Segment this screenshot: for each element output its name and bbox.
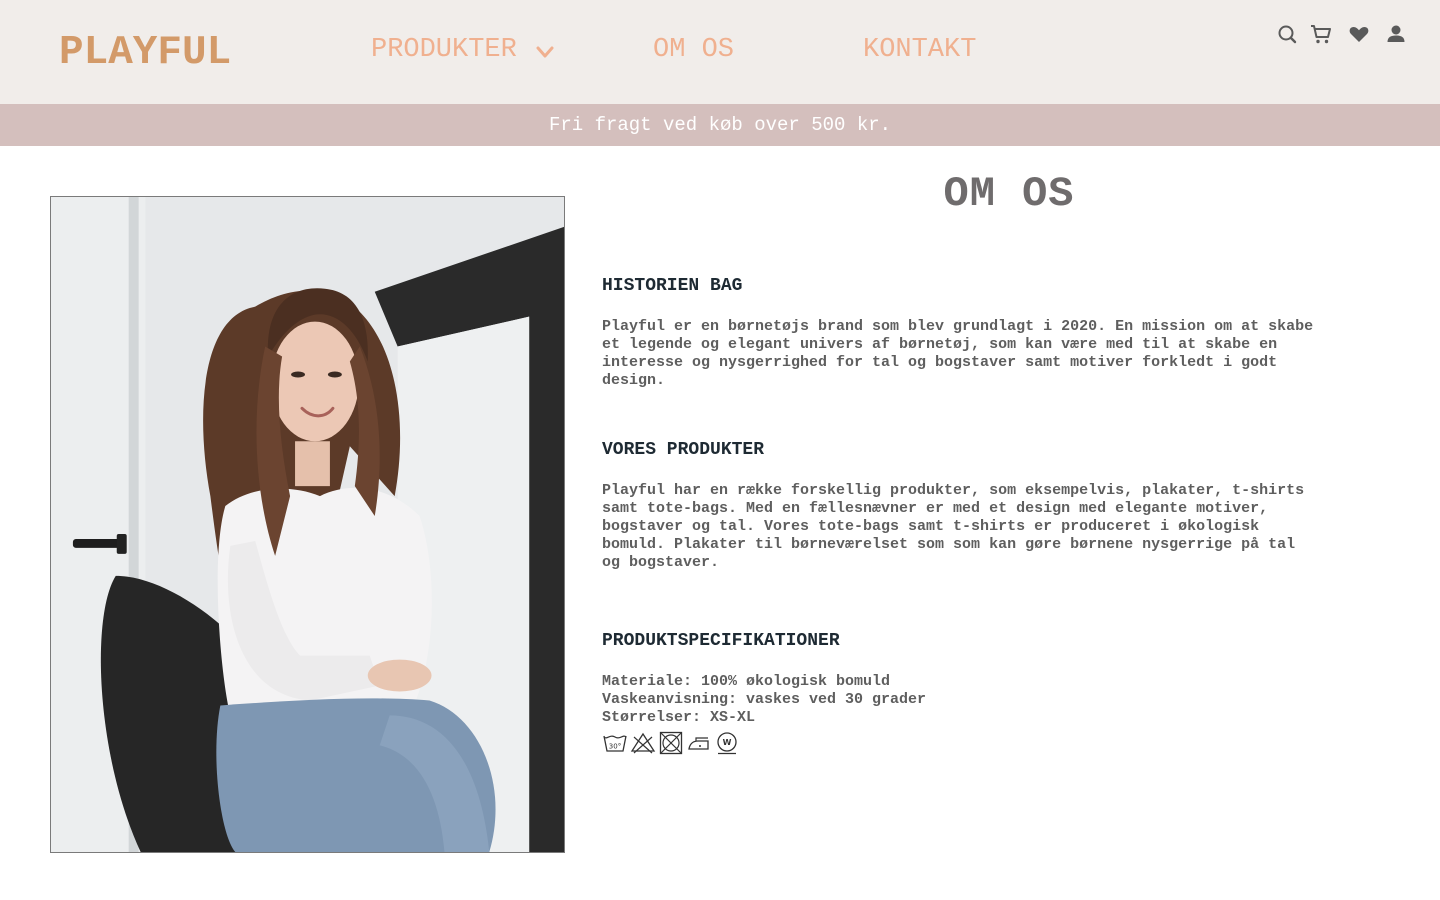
logo[interactable]: PLAYFUL: [59, 30, 231, 76]
user-icon[interactable]: [1384, 22, 1408, 46]
wet-clean-label: W: [723, 738, 732, 747]
section-title-produkter: VORES PRODUKTER: [602, 440, 765, 460]
care-symbols: 30° W: [602, 731, 740, 755]
search-icon[interactable]: [1275, 22, 1299, 46]
nav-kontakt[interactable]: KONTAKT: [863, 35, 976, 65]
chevron-down-icon[interactable]: [536, 45, 554, 59]
section-text-historien: Playful er en børnetøjs brand som blev g…: [602, 318, 1314, 389]
page-title: OM OS: [943, 170, 1075, 218]
heart-icon[interactable]: [1347, 22, 1371, 46]
no-tumble-dry-icon: [658, 731, 684, 755]
iron-low-icon: [686, 731, 712, 755]
cart-icon[interactable]: [1309, 22, 1333, 46]
no-bleach-icon: [630, 731, 656, 755]
wet-clean-icon: W: [714, 731, 740, 755]
nav-om-os[interactable]: OM OS: [653, 35, 734, 65]
wash-temperature-label: 30°: [609, 743, 621, 751]
section-text-specifikationer: Materiale: 100% økologisk bomuld Vaskean…: [602, 673, 927, 726]
founder-photo: [50, 196, 565, 853]
site-header: PLAYFUL PRODUKTER OM OS KONTAKT: [0, 0, 1440, 104]
shipping-banner: Fri fragt ved køb over 500 kr.: [0, 104, 1440, 146]
section-text-produkter: Playful har en række forskellig produkte…: [602, 482, 1305, 571]
section-title-specifikationer: PRODUKTSPECIFIKATIONER: [602, 631, 840, 651]
nav-produkter[interactable]: PRODUKTER: [371, 35, 517, 65]
section-title-historien: HISTORIEN BAG: [602, 276, 743, 296]
wash-30-icon: 30°: [602, 731, 628, 755]
